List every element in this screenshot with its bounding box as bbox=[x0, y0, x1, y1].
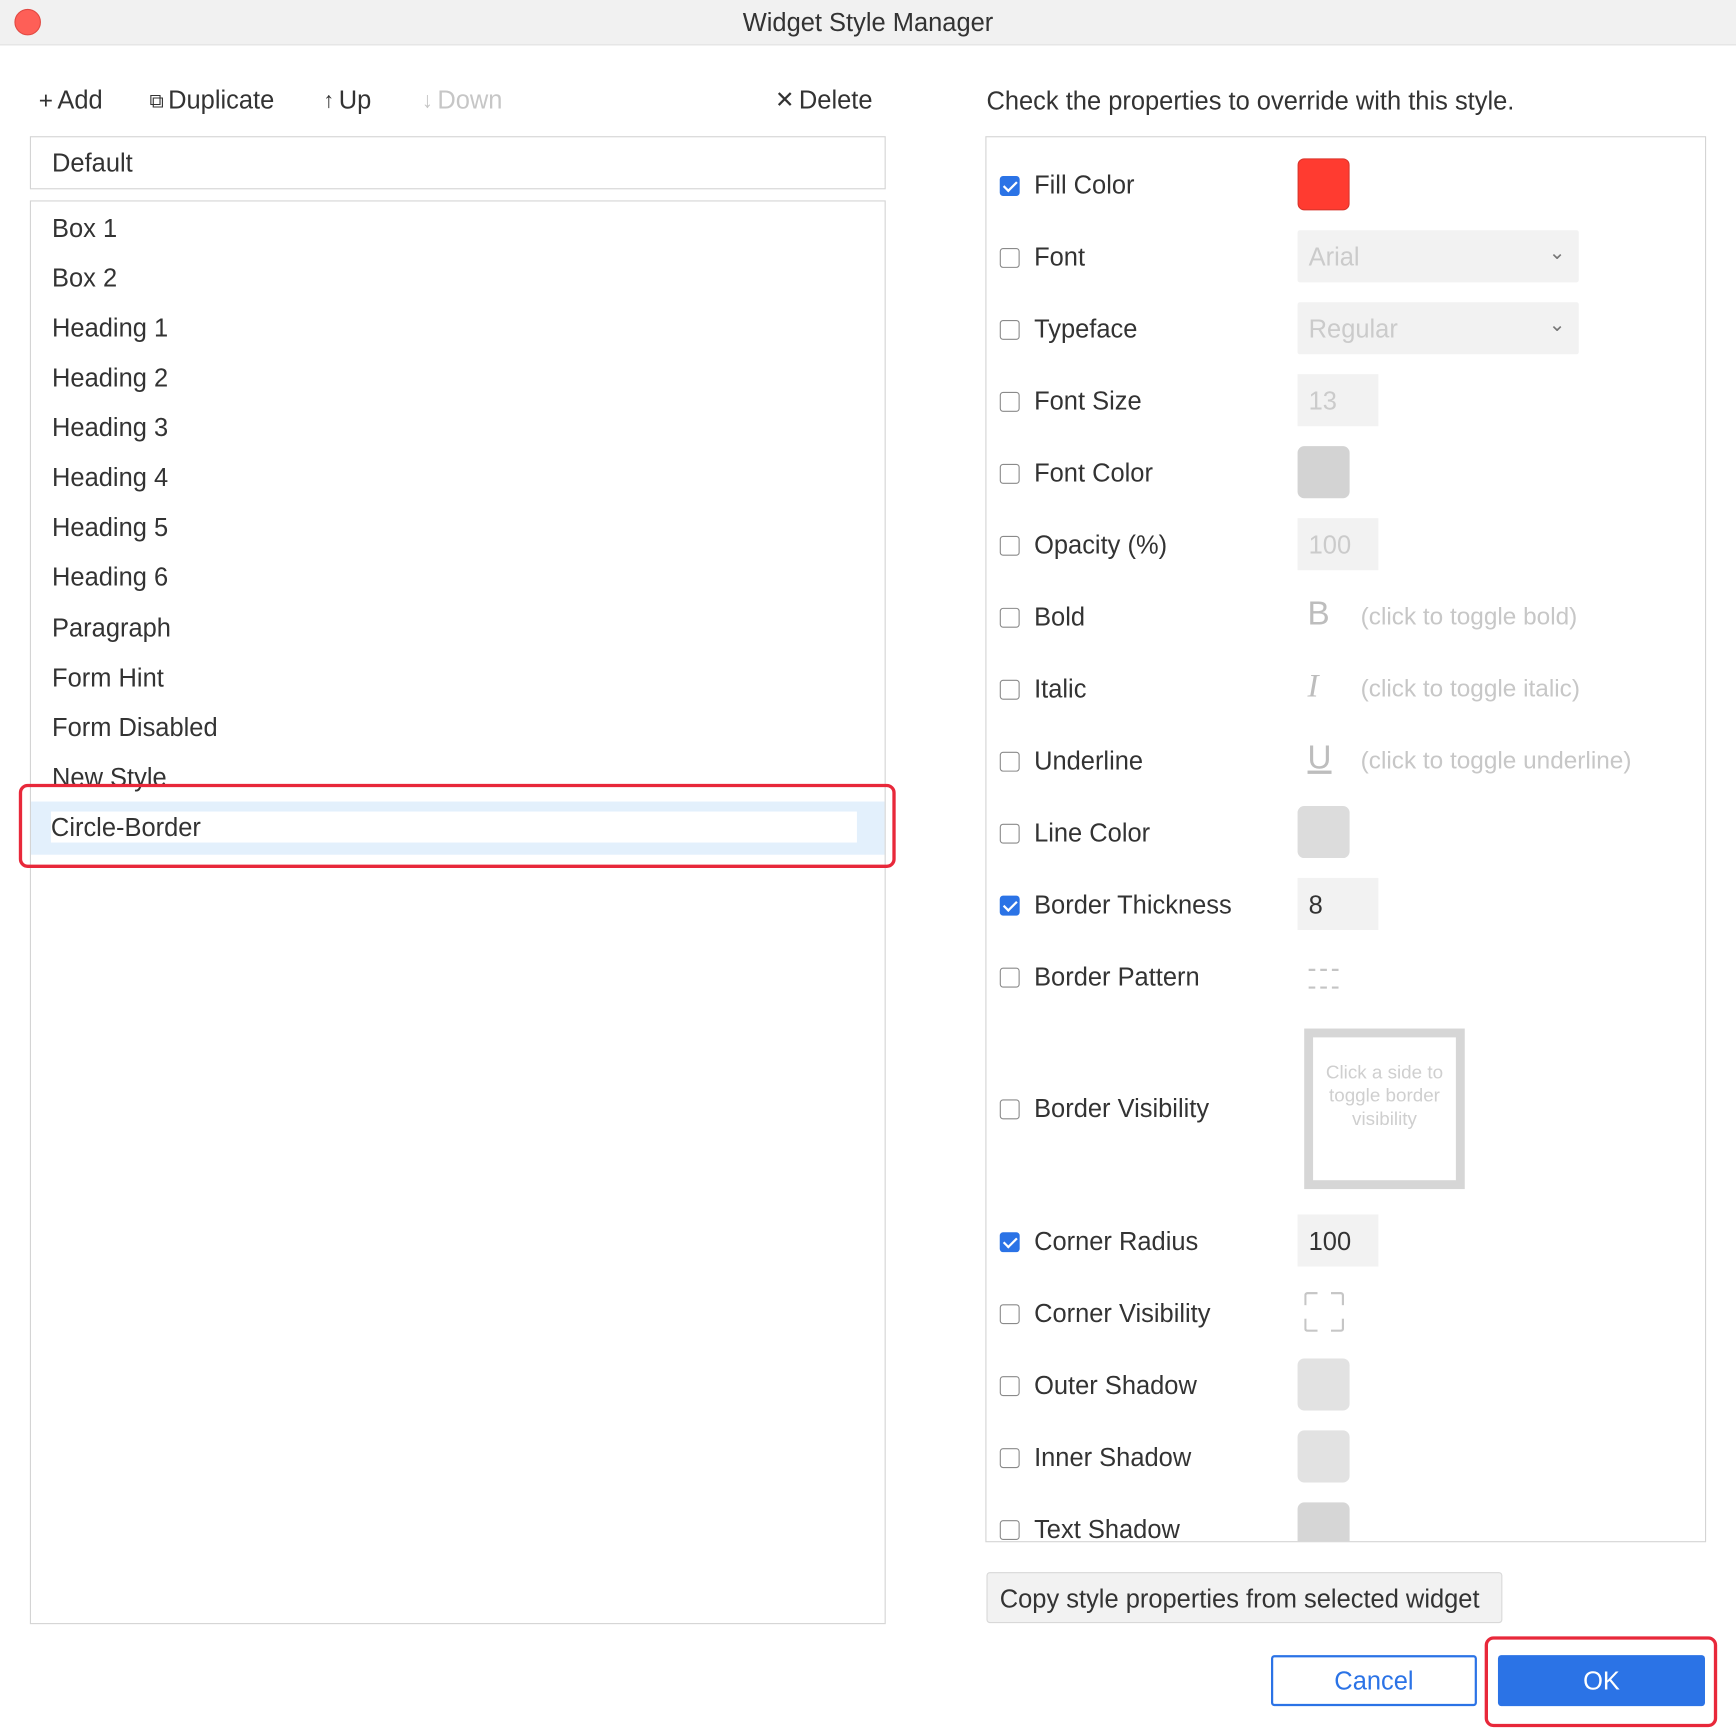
bold-icon[interactable]: B bbox=[1308, 596, 1330, 634]
selected-style-row[interactable] bbox=[30, 801, 885, 855]
list-item[interactable]: Paragraph bbox=[52, 613, 171, 643]
list-item[interactable]: Heading 4 bbox=[52, 463, 168, 493]
font-dropdown[interactable]: Arial ⌄ bbox=[1297, 230, 1579, 283]
style-list[interactable]: Box 1 Box 2 Heading 1 Heading 2 Heading … bbox=[29, 200, 886, 1625]
title-bar: Widget Style Manager bbox=[0, 0, 1736, 46]
window-title: Widget Style Manager bbox=[742, 7, 994, 37]
line-color-checkbox[interactable] bbox=[999, 823, 1020, 844]
cancel-button[interactable]: Cancel bbox=[1270, 1655, 1477, 1707]
typeface-checkbox[interactable] bbox=[999, 319, 1020, 340]
border-thickness-checkbox[interactable] bbox=[999, 895, 1020, 916]
border-visibility-label[interactable]: Border Visibility bbox=[1034, 1094, 1209, 1124]
text-shadow-checkbox[interactable] bbox=[999, 1520, 1020, 1541]
border-thickness-input[interactable]: 8 bbox=[1297, 877, 1379, 930]
list-item[interactable]: Box 2 bbox=[52, 263, 117, 293]
arrow-down-icon: ↓ bbox=[421, 88, 433, 113]
border-pattern-label[interactable]: Border Pattern bbox=[1034, 962, 1200, 992]
chevron-down-icon: ⌄ bbox=[1548, 313, 1566, 336]
border-thickness-label[interactable]: Border Thickness bbox=[1034, 890, 1232, 920]
arrow-up-icon: ↑ bbox=[323, 88, 335, 113]
ok-button[interactable]: OK bbox=[1497, 1655, 1705, 1707]
underline-hint: (click to toggle underline) bbox=[1360, 746, 1632, 774]
typeface-dropdown[interactable]: Regular ⌄ bbox=[1297, 302, 1579, 355]
move-up-button[interactable]: ↑ Up bbox=[323, 85, 371, 115]
list-item[interactable]: Heading 1 bbox=[52, 313, 168, 343]
list-item[interactable]: Box 1 bbox=[52, 214, 117, 244]
italic-icon[interactable]: I bbox=[1308, 668, 1319, 706]
border-visibility-control[interactable]: Click a side to toggle border visibility bbox=[1304, 1028, 1465, 1190]
bold-hint: (click to toggle bold) bbox=[1360, 602, 1578, 630]
inner-shadow-checkbox[interactable] bbox=[999, 1448, 1020, 1469]
corner-radius-checkbox[interactable] bbox=[999, 1232, 1020, 1253]
dashed-line-icon[interactable] bbox=[1308, 968, 1339, 989]
instruction-text: Check the properties to override with th… bbox=[986, 86, 1515, 116]
border-visibility-checkbox[interactable] bbox=[999, 1099, 1020, 1120]
opacity-checkbox[interactable] bbox=[999, 535, 1020, 556]
font-checkbox[interactable] bbox=[999, 247, 1020, 268]
move-down-button[interactable]: ↓ Down bbox=[422, 85, 503, 115]
corner-visibility-checkbox[interactable] bbox=[999, 1304, 1020, 1325]
list-item[interactable]: Heading 6 bbox=[52, 562, 168, 592]
corner-visibility-label[interactable]: Corner Visibility bbox=[1034, 1299, 1210, 1329]
underline-label[interactable]: Underline bbox=[1034, 746, 1143, 776]
text-shadow-swatch[interactable] bbox=[1297, 1502, 1350, 1542]
list-item[interactable]: Heading 5 bbox=[52, 513, 168, 543]
list-item[interactable]: Heading 3 bbox=[52, 413, 168, 443]
underline-icon[interactable]: U bbox=[1308, 740, 1332, 778]
font-size-checkbox[interactable] bbox=[999, 391, 1020, 412]
default-style-item[interactable]: Default bbox=[29, 136, 886, 190]
font-color-swatch[interactable] bbox=[1297, 446, 1350, 499]
font-label[interactable]: Font bbox=[1034, 242, 1085, 272]
list-item[interactable]: New Style bbox=[52, 763, 167, 793]
bold-checkbox[interactable] bbox=[999, 607, 1020, 628]
properties-panel: Fill Color Font Arial ⌄ Typeface Regular… bbox=[985, 136, 1707, 1543]
dialog-window: Widget Style Manager + Add ⧉ Duplicate ↑… bbox=[0, 0, 1736, 1736]
line-color-swatch[interactable] bbox=[1297, 805, 1350, 859]
italic-checkbox[interactable] bbox=[999, 679, 1020, 700]
text-shadow-label[interactable]: Text Shadow bbox=[1034, 1515, 1180, 1542]
opacity-input[interactable]: 100 bbox=[1297, 518, 1379, 571]
fill-color-swatch[interactable] bbox=[1297, 158, 1350, 211]
line-color-label[interactable]: Line Color bbox=[1034, 818, 1150, 848]
font-size-label[interactable]: Font Size bbox=[1034, 386, 1142, 416]
chevron-down-icon: ⌄ bbox=[1548, 241, 1566, 264]
style-name-input[interactable] bbox=[50, 811, 857, 843]
inner-shadow-label[interactable]: Inner Shadow bbox=[1034, 1443, 1191, 1473]
close-icon: ✕ bbox=[774, 87, 795, 113]
typeface-label[interactable]: Typeface bbox=[1034, 314, 1137, 344]
border-pattern-checkbox[interactable] bbox=[999, 967, 1020, 988]
font-color-label[interactable]: Font Color bbox=[1034, 458, 1153, 488]
fill-color-label[interactable]: Fill Color bbox=[1034, 170, 1134, 200]
copy-style-button[interactable]: Copy style properties from selected widg… bbox=[986, 1572, 1503, 1624]
inner-shadow-swatch[interactable] bbox=[1297, 1430, 1350, 1483]
corner-radius-input[interactable]: 100 bbox=[1297, 1214, 1379, 1267]
duplicate-style-button[interactable]: ⧉ Duplicate bbox=[149, 85, 274, 115]
underline-checkbox[interactable] bbox=[999, 751, 1020, 772]
bold-label[interactable]: Bold bbox=[1034, 602, 1085, 632]
plus-icon: + bbox=[38, 85, 53, 114]
fill-color-checkbox[interactable] bbox=[999, 176, 1020, 196]
outer-shadow-checkbox[interactable] bbox=[999, 1376, 1020, 1397]
opacity-label[interactable]: Opacity (%) bbox=[1034, 530, 1167, 560]
duplicate-icon: ⧉ bbox=[149, 89, 164, 112]
corners-icon[interactable] bbox=[1304, 1292, 1345, 1332]
italic-hint: (click to toggle italic) bbox=[1360, 674, 1580, 702]
list-item[interactable]: Heading 2 bbox=[52, 363, 168, 393]
outer-shadow-label[interactable]: Outer Shadow bbox=[1034, 1371, 1197, 1401]
outer-shadow-swatch[interactable] bbox=[1297, 1358, 1350, 1411]
list-item[interactable]: Form Disabled bbox=[52, 713, 218, 743]
add-style-button[interactable]: + Add bbox=[39, 85, 103, 115]
corner-radius-label[interactable]: Corner Radius bbox=[1034, 1227, 1198, 1257]
font-color-checkbox[interactable] bbox=[999, 463, 1020, 484]
italic-label[interactable]: Italic bbox=[1034, 674, 1086, 704]
list-item[interactable]: Form Hint bbox=[52, 663, 164, 693]
font-size-input[interactable]: 13 bbox=[1297, 374, 1379, 427]
delete-style-button[interactable]: ✕ Delete bbox=[775, 85, 873, 115]
